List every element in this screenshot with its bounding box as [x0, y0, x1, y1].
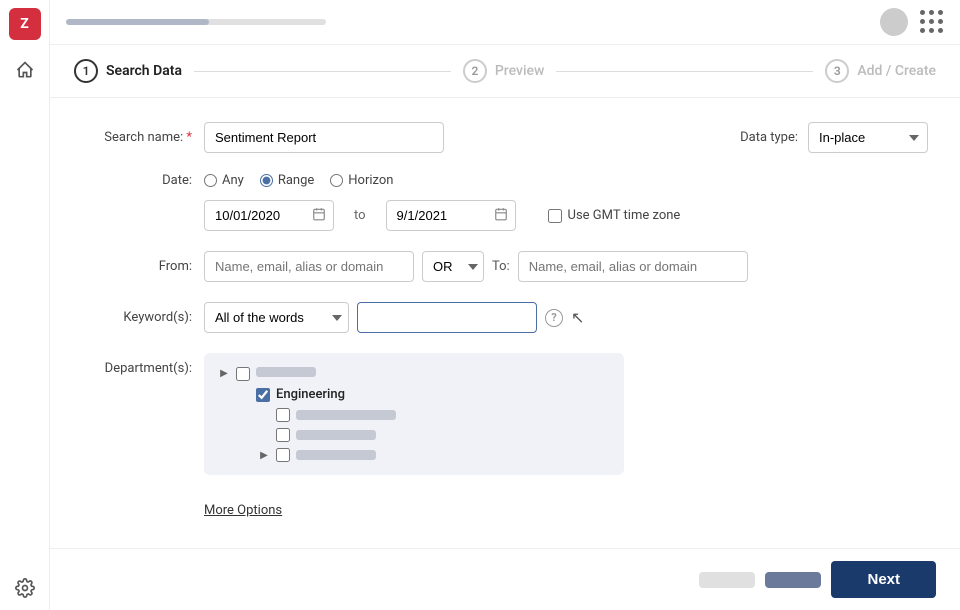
from-to-section: OR AND To: — [204, 251, 748, 282]
to-text-label: To: — [492, 259, 510, 274]
wizard-label-3: Add / Create — [857, 63, 936, 79]
date-range-option[interactable]: Range — [260, 173, 314, 188]
sidebar-item-home[interactable] — [11, 56, 39, 84]
tree-blurred-checkbox-2[interactable] — [276, 428, 290, 442]
data-type-label: Data type: — [740, 130, 798, 145]
data-type-row: Data type: In-place Export Archive — [740, 122, 928, 153]
to-separator: to — [354, 208, 366, 223]
tree-root-label — [256, 366, 316, 381]
wizard-line-1 — [194, 71, 451, 72]
tree-item-blurred-1: ▶ — [238, 405, 610, 425]
wizard-label-1: Search Data — [106, 63, 182, 79]
to-input[interactable] — [518, 251, 748, 282]
wizard-circle-2: 2 — [463, 59, 487, 83]
form-area: Search name: * Data type: In-place Expor… — [50, 98, 960, 548]
date-options-row: Date: Any Range Horizon — [82, 173, 928, 188]
tree-blurred-checkbox-1[interactable] — [276, 408, 290, 422]
wizard-circle-1: 1 — [74, 59, 98, 83]
back-button[interactable] — [765, 572, 821, 588]
date-from-input[interactable] — [204, 200, 334, 231]
wizard-label-2: Preview — [495, 63, 545, 79]
wizard-circle-3: 3 — [825, 59, 849, 83]
tree-children: ▶ Engineering ▶ ▶ — [218, 384, 610, 465]
wizard-step-1[interactable]: 1 Search Data — [74, 59, 182, 83]
progress-fill — [66, 19, 209, 25]
date-range-radio[interactable] — [260, 174, 273, 187]
tree-blurred-checkbox-3[interactable] — [276, 448, 290, 462]
avatar — [880, 8, 908, 36]
or-select[interactable]: OR AND — [422, 251, 484, 282]
more-options-link[interactable]: More Options — [204, 503, 282, 518]
gmt-label: Use GMT time zone — [568, 208, 681, 223]
sidebar: Z — [0, 0, 50, 610]
main-content: 1 Search Data 2 Preview 3 Add / Create S… — [50, 0, 960, 610]
gmt-checkbox[interactable] — [548, 209, 562, 223]
date-to-wrap — [386, 200, 516, 231]
engineering-checkbox[interactable] — [256, 388, 270, 402]
topbar-right — [880, 8, 944, 36]
date-options: Any Range Horizon — [204, 173, 393, 188]
wizard-steps: 1 Search Data 2 Preview 3 Add / Create — [50, 45, 960, 98]
keywords-text-input[interactable] — [357, 302, 537, 333]
from-to-row: From: OR AND To: — [82, 251, 928, 282]
app-grid-icon[interactable] — [920, 10, 944, 34]
date-range-row: to Use GMT time zone — [82, 200, 928, 231]
footer: Next — [50, 548, 960, 610]
cursor-icon: ↖ — [571, 308, 584, 327]
date-horizon-option[interactable]: Horizon — [330, 173, 393, 188]
data-type-select[interactable]: In-place Export Archive — [808, 122, 928, 153]
dept-label: Department(s): — [82, 361, 192, 376]
wizard-step-2[interactable]: 2 Preview — [463, 59, 545, 83]
tree-item-blurred-2: ▶ — [238, 425, 610, 445]
keywords-row: Keyword(s): All of the words Any of the … — [82, 302, 928, 333]
cancel-button[interactable] — [699, 572, 755, 588]
tree-item-blurred-3: ▶ — [238, 445, 610, 465]
date-label: Date: — [82, 173, 192, 188]
keywords-type-select[interactable]: All of the words Any of the words Exact … — [204, 302, 349, 333]
tree-expand-icon[interactable]: ▶ — [218, 368, 230, 380]
date-any-radio[interactable] — [204, 174, 217, 187]
keywords-section: All of the words Any of the words Exact … — [204, 302, 584, 333]
engineering-label: Engineering — [276, 387, 345, 402]
next-button[interactable]: Next — [831, 561, 936, 598]
tree-expand-icon-3[interactable]: ▶ — [258, 449, 270, 461]
topbar — [50, 0, 960, 45]
tree-item-root: ▶ — [218, 363, 610, 384]
date-any-option[interactable]: Any — [204, 173, 244, 188]
wizard-line-2 — [556, 71, 813, 72]
help-icon[interactable]: ? — [545, 309, 563, 327]
progress-bar — [66, 19, 326, 25]
tree-item-engineering: ▶ Engineering — [238, 384, 610, 405]
from-input[interactable] — [204, 251, 414, 282]
department-tree: ▶ ▶ Engineering ▶ — [204, 353, 624, 475]
search-name-input[interactable] — [204, 122, 444, 153]
required-asterisk: * — [186, 130, 192, 145]
search-name-label: Search name: * — [82, 130, 192, 145]
from-label: From: — [82, 259, 192, 274]
tree-root-checkbox[interactable] — [236, 367, 250, 381]
gmt-checkbox-wrap: Use GMT time zone — [548, 208, 681, 223]
search-name-row: Search name: * Data type: In-place Expor… — [82, 122, 928, 153]
app-logo[interactable]: Z — [9, 8, 41, 40]
keywords-label: Keyword(s): — [82, 310, 192, 325]
date-horizon-radio[interactable] — [330, 174, 343, 187]
department-row: Department(s): ▶ ▶ Engineering — [82, 353, 928, 475]
date-to-input[interactable] — [386, 200, 516, 231]
settings-icon[interactable] — [11, 574, 39, 602]
wizard-step-3[interactable]: 3 Add / Create — [825, 59, 936, 83]
date-from-wrap — [204, 200, 334, 231]
